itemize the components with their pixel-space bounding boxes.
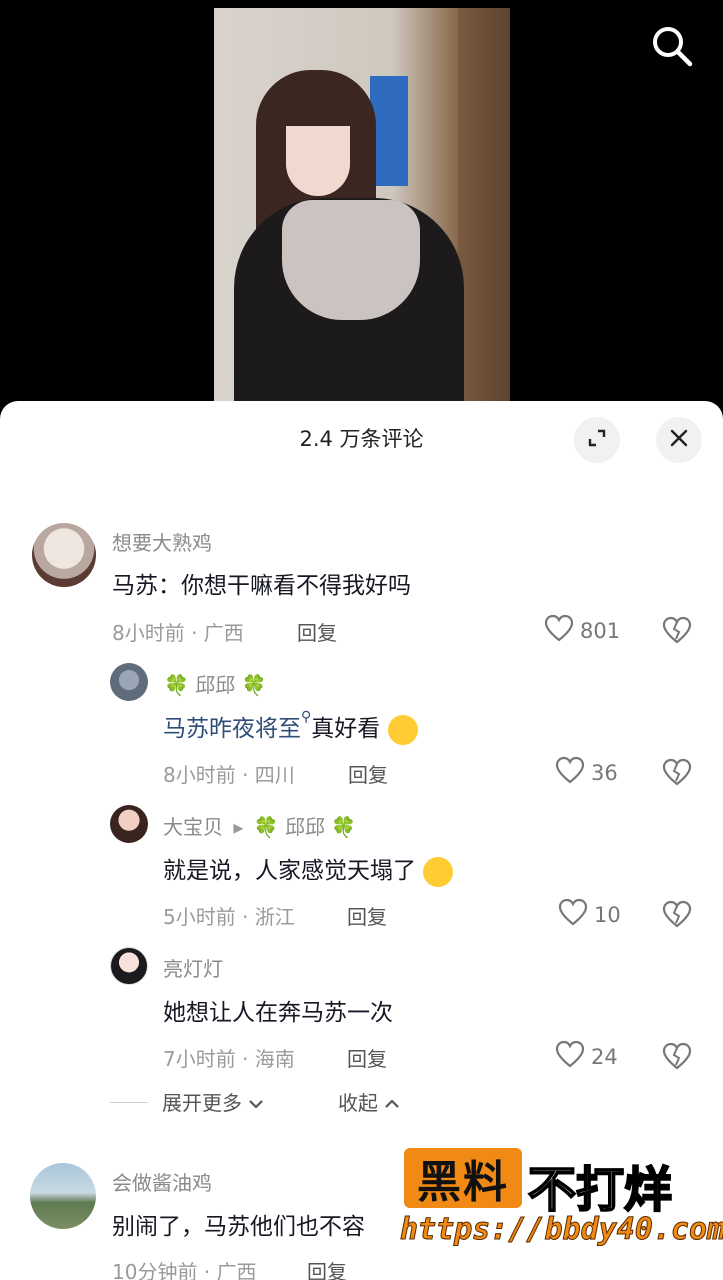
- chevron-down-icon: [248, 1091, 264, 1115]
- like-button[interactable]: 24: [555, 1040, 618, 1073]
- avatar[interactable]: [110, 663, 148, 701]
- comment-text: 马苏昨夜将至⚲真好看: [163, 709, 418, 745]
- grinning-sweat-emoji: [387, 714, 418, 745]
- heart-icon: [544, 614, 574, 647]
- comment-text: 她想让人在奔马苏一次: [163, 1000, 393, 1026]
- heart-icon: [555, 1040, 585, 1073]
- clover-icon: 🍀: [164, 673, 189, 697]
- comment-text: 就是说，人家感觉天塌了: [163, 851, 454, 887]
- search-link-icon[interactable]: ⚲: [301, 709, 311, 725]
- like-count: 10: [594, 902, 621, 927]
- dislike-button[interactable]: [661, 899, 693, 931]
- close-button[interactable]: [656, 417, 702, 463]
- comment-username[interactable]: 亮灯灯: [163, 953, 223, 982]
- like-count: 24: [591, 1044, 618, 1069]
- broken-heart-icon: [661, 900, 693, 933]
- comment-text: 马苏：你想干嘛看不得我好吗: [112, 573, 411, 599]
- avatar[interactable]: [110, 947, 148, 985]
- comment-meta: 10分钟前 · 广西: [112, 1260, 257, 1280]
- comment-meta: 8小时前 · 四川: [163, 763, 295, 787]
- reply-button[interactable]: 回复: [347, 1043, 387, 1072]
- heart-icon: [555, 756, 585, 789]
- replies-controls: 展开更多 收起: [110, 1085, 610, 1119]
- comment-meta: 7小时前 · 海南: [163, 1047, 295, 1071]
- expand-more-button[interactable]: 展开更多: [162, 1087, 264, 1116]
- search-link[interactable]: 马苏昨夜将至: [163, 716, 301, 742]
- reply-button[interactable]: 回复: [307, 1256, 347, 1280]
- chevron-up-icon: [384, 1091, 400, 1115]
- dislike-button[interactable]: [661, 757, 693, 789]
- like-count: 36: [591, 760, 618, 785]
- video-area[interactable]: [0, 0, 723, 420]
- avatar[interactable]: [110, 805, 148, 843]
- reply-button[interactable]: 回复: [347, 901, 387, 930]
- crying-laughing-emoji: [423, 856, 454, 887]
- like-button[interactable]: 10: [558, 898, 621, 931]
- comment-username[interactable]: 会做酱油鸡: [112, 1167, 212, 1196]
- comment-username[interactable]: 想要大熟鸡: [112, 527, 212, 556]
- dislike-button[interactable]: [661, 615, 693, 647]
- comment-text: 别闹了，马苏他们也不容: [112, 1214, 365, 1240]
- comment-username: 大宝贝 ▸ 🍀 邱邱 🍀: [163, 815, 357, 839]
- like-count: 801: [580, 618, 621, 643]
- reply-button[interactable]: 回复: [348, 759, 388, 788]
- clover-icon: 🍀: [241, 673, 267, 697]
- like-button[interactable]: 801: [544, 614, 620, 647]
- comment-username[interactable]: 🍀 邱邱 🍀: [164, 669, 267, 698]
- expand-button[interactable]: [574, 417, 620, 463]
- collapse-button[interactable]: 收起: [338, 1087, 400, 1116]
- clover-icon: 🍀: [331, 815, 357, 839]
- watermark: 黑料 不打烊 https://bbdy40.com: [398, 1146, 723, 1256]
- avatar[interactable]: [30, 1163, 96, 1229]
- reply-button[interactable]: 回复: [297, 617, 337, 646]
- divider-line: [110, 1102, 148, 1103]
- reply-arrow-icon: ▸: [233, 815, 244, 839]
- reply-to-username[interactable]: 邱邱: [285, 815, 325, 839]
- heart-icon: [558, 898, 588, 931]
- broken-heart-icon: [661, 1042, 693, 1075]
- broken-heart-icon: [661, 758, 693, 791]
- watermark-badge: 黑料: [404, 1148, 522, 1208]
- close-icon: [667, 426, 691, 454]
- avatar[interactable]: [32, 523, 96, 587]
- search-icon[interactable]: [648, 22, 696, 70]
- watermark-text: 不打烊: [527, 1161, 673, 1219]
- clover-icon: 🍀: [253, 815, 279, 839]
- comment-meta: 8小时前 · 广西: [112, 621, 244, 645]
- broken-heart-icon: [661, 616, 693, 649]
- dislike-button[interactable]: [661, 1041, 693, 1073]
- watermark-url: https://bbdy40.com: [399, 1212, 723, 1248]
- like-button[interactable]: 36: [555, 756, 618, 789]
- expand-icon: [585, 426, 609, 454]
- comment-meta: 5小时前 · 浙江: [163, 905, 295, 929]
- video-frame-photo: [214, 8, 510, 420]
